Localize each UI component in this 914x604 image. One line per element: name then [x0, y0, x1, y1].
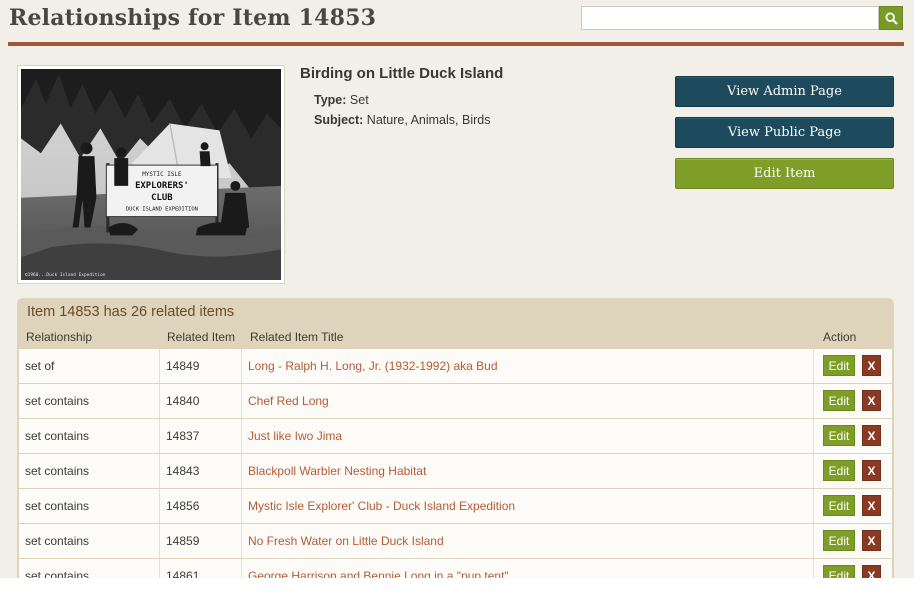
item-type-value: Set: [349, 93, 369, 107]
action-cell: Edit X: [814, 454, 892, 488]
related-item-cell: 14840: [160, 384, 242, 418]
related-item-title-link[interactable]: Just like Iwo Jima: [242, 419, 814, 453]
item-type: Type: Set: [314, 93, 369, 107]
relationship-cell: set contains: [19, 524, 160, 558]
item-subject-value: Nature, Animals, Birds: [366, 113, 491, 127]
related-item-cell: 14856: [160, 489, 242, 523]
action-cell: Edit X: [814, 349, 892, 383]
table-row: set contains 14856 Mystic Isle Explorer'…: [19, 489, 892, 523]
edit-relation-button[interactable]: Edit: [823, 425, 855, 446]
relationship-cell: set contains: [19, 384, 160, 418]
header-divider: [8, 42, 904, 46]
column-header-related-item: Related Item: [167, 330, 236, 344]
banner-line-2: EXPLORERS': [135, 181, 189, 191]
edit-relation-button[interactable]: Edit: [823, 355, 855, 376]
column-header-action: Action: [823, 330, 857, 344]
related-item-cell: 14849: [160, 349, 242, 383]
item-thumbnail[interactable]: MYSTIC ISLE EXPLORERS' CLUB DUCK ISLAND …: [17, 65, 285, 284]
relations-heading: Item 14853 has 26 related items: [27, 304, 235, 320]
view-admin-page-button[interactable]: View Admin Page: [675, 76, 894, 107]
table-row: set contains 14843 Blackpoll Warbler Nes…: [19, 454, 892, 488]
relationship-cell: set contains: [19, 454, 160, 488]
table-row: set of 14849 Long - Ralph H. Long, Jr. (…: [19, 349, 892, 383]
edit-relation-button[interactable]: Edit: [823, 460, 855, 481]
related-item-cell: 14837: [160, 419, 242, 453]
banner-line-1: MYSTIC ISLE: [142, 171, 182, 178]
relationship-cell: set contains: [19, 419, 160, 453]
table-row: set contains 14859 No Fresh Water on Lit…: [19, 524, 892, 558]
delete-relation-button[interactable]: X: [862, 460, 881, 481]
action-cell: Edit X: [814, 384, 892, 418]
related-item-cell: 14843: [160, 454, 242, 488]
edit-item-button[interactable]: Edit Item: [675, 158, 894, 189]
photo-caption: ©1960...Duck Island Expedition: [25, 272, 106, 278]
search-bar: [581, 6, 903, 30]
delete-relation-button[interactable]: X: [862, 355, 881, 376]
banner-line-4: DUCK ISLAND EXPEDITION: [126, 207, 198, 213]
related-item-cell: 14859: [160, 524, 242, 558]
related-item-title-link[interactable]: Mystic Isle Explorer' Club - Duck Island…: [242, 489, 814, 523]
view-public-page-button[interactable]: View Public Page: [675, 117, 894, 148]
delete-relation-button[interactable]: X: [862, 495, 881, 516]
related-item-title-link[interactable]: Blackpoll Warbler Nesting Habitat: [242, 454, 814, 488]
related-item-title-link[interactable]: No Fresh Water on Little Duck Island: [242, 524, 814, 558]
edit-relation-button[interactable]: Edit: [823, 495, 855, 516]
column-header-title: Related Item Title: [250, 330, 344, 344]
related-item-title-link[interactable]: Chef Red Long: [242, 384, 814, 418]
banner-line-3: CLUB: [151, 193, 173, 203]
delete-relation-button[interactable]: X: [862, 390, 881, 411]
edit-relation-button[interactable]: Edit: [823, 390, 855, 411]
search-input[interactable]: [581, 6, 879, 30]
action-cell: Edit X: [814, 419, 892, 453]
action-cell: Edit X: [814, 524, 892, 558]
item-type-label: Type:: [314, 93, 347, 107]
item-subject: Subject: Nature, Animals, Birds: [314, 113, 490, 127]
page-header: Relationships for Item 14853: [0, 0, 914, 44]
item-subject-label: Subject:: [314, 113, 364, 127]
page-title: Relationships for Item 14853: [9, 5, 377, 31]
item-title: Birding on Little Duck Island: [300, 65, 504, 82]
item-photo: MYSTIC ISLE EXPLORERS' CLUB DUCK ISLAND …: [21, 69, 281, 280]
delete-relation-button[interactable]: X: [862, 425, 881, 446]
search-icon: [884, 11, 898, 25]
relations-panel: Item 14853 has 26 related items Relation…: [17, 298, 894, 593]
relationship-cell: set contains: [19, 489, 160, 523]
table-row: set contains 14840 Chef Red Long Edit X: [19, 384, 892, 418]
related-item-title-link[interactable]: Long - Ralph H. Long, Jr. (1932-1992) ak…: [242, 349, 814, 383]
delete-relation-button[interactable]: X: [862, 530, 881, 551]
action-cell: Edit X: [814, 489, 892, 523]
table-row: set contains 14837 Just like Iwo Jima Ed…: [19, 419, 892, 453]
edit-relation-button[interactable]: Edit: [823, 530, 855, 551]
viewport-bottom: [0, 578, 914, 604]
relationship-cell: set of: [19, 349, 160, 383]
search-button[interactable]: [879, 6, 903, 30]
column-header-relationship: Relationship: [26, 330, 93, 344]
